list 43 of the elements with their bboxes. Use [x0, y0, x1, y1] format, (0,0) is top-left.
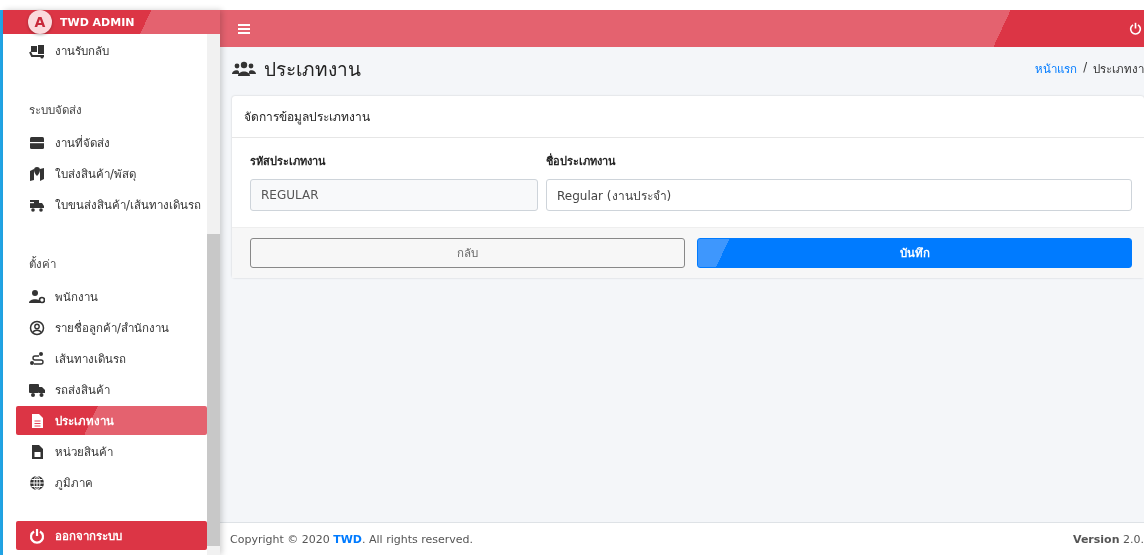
power-icon — [29, 527, 45, 544]
users-icon — [232, 61, 256, 77]
logo: A — [28, 10, 52, 34]
sidebar-item[interactable]: ใบขนส่งสินค้า/เส้นทางเดินรถ — [16, 190, 207, 219]
save-button[interactable]: บันทึก — [697, 238, 1132, 268]
dolly-icon — [29, 42, 45, 59]
power-icon — [1129, 22, 1142, 35]
section-heading: ระบบจัดส่ง — [28, 102, 83, 119]
sidebar-item[interactable]: รถส่งสินค้า — [16, 375, 207, 404]
sidebar-item[interactable]: หน่วยสินค้า — [16, 437, 207, 466]
breadcrumb-separator: / — [1083, 60, 1087, 76]
sidebar-item[interactable]: งานรับกลับ — [16, 36, 207, 65]
breadcrumb-current: ประเภทงา — [1093, 61, 1144, 78]
truck-icon — [29, 381, 45, 398]
field-label: ชื่อประเภทงาน — [546, 152, 617, 170]
footer-link[interactable]: TWD — [333, 532, 362, 546]
user-gear-icon — [29, 288, 45, 305]
page-title: ประเภทงาน — [264, 57, 361, 82]
sidebar-item[interactable]: งานที่จัดส่ง — [16, 128, 207, 157]
box-icon — [29, 134, 45, 151]
field-label: รหัสประเภทงาน — [250, 154, 327, 170]
file-icon — [29, 443, 45, 460]
sidebar-item[interactable]: ประเภทงาน — [16, 406, 207, 435]
logout-button[interactable]: ออกจากระบบ — [16, 521, 207, 550]
route-icon — [29, 350, 45, 367]
globe-icon — [29, 474, 45, 491]
map-marker-icon — [29, 165, 45, 182]
user-circle-icon — [29, 319, 45, 336]
sidebar-item[interactable]: เส้นทางเดินรถ — [16, 344, 207, 373]
sidebar-item[interactable]: ใบส่งสินค้า/พัสดุ — [16, 159, 207, 188]
sidebar-item[interactable]: พนักงาน — [16, 282, 207, 311]
card-title: จัดการข้อมูลประเภทงาน — [232, 96, 1144, 138]
menu-icon — [238, 23, 250, 34]
file-icon — [29, 412, 45, 429]
back-button[interactable]: กลับ — [250, 238, 685, 268]
brand-title: TWD ADMIN — [60, 15, 135, 29]
copyright-text: Copyright © 2020 TWD. All rights reserved. — [230, 532, 474, 546]
section-heading: ตั้งค่า — [28, 255, 57, 273]
sidebar-item[interactable]: ภูมิภาค — [16, 468, 207, 497]
version-text: Version 2.0. — [1073, 532, 1144, 546]
breadcrumb-link[interactable]: หน้าแรก — [1035, 60, 1078, 78]
input-field[interactable]: Regular (งานประจำ) — [546, 179, 1132, 211]
sidebar-item[interactable]: รายชื่อลูกค้า/สำนักงาน — [16, 313, 207, 342]
